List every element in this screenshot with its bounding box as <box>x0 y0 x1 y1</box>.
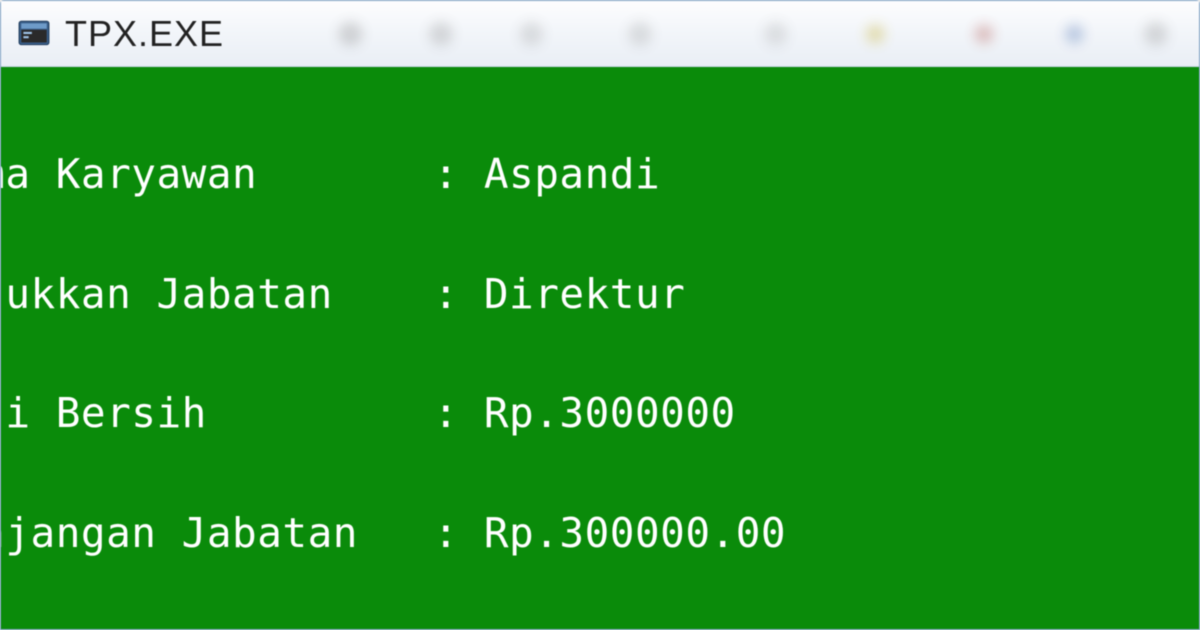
output-line: ama Karyawan : Aspandi <box>1 145 1199 205</box>
toolbar-blur <box>278 14 1183 54</box>
app-icon <box>17 17 51 51</box>
console-area[interactable]: ama Karyawan : Aspandi asukkan Jabatan :… <box>1 67 1199 629</box>
app-window: TPX.EXE ama Karyawan : Aspandi asukkan J… <box>0 0 1200 630</box>
field-label: unjangan Jabatan : Rp.300000.00 <box>1 509 786 557</box>
field-label: ama Karyawan : Aspandi <box>1 150 660 198</box>
window-title: TPX.EXE <box>65 13 224 55</box>
console-output: ama Karyawan : Aspandi asukkan Jabatan :… <box>1 85 1199 629</box>
output-line: PN 20 % : Rp.600000.00 <box>1 624 1199 629</box>
field-label: asukkan Jabatan : Direktur <box>1 270 685 318</box>
output-line: unjangan Jabatan : Rp.300000.00 <box>1 504 1199 564</box>
output-line: aji Bersih : Rp.3000000 <box>1 384 1199 444</box>
field-label: aji Bersih : Rp.3000000 <box>1 389 736 437</box>
output-line: asukkan Jabatan : Direktur <box>1 265 1199 325</box>
titlebar[interactable]: TPX.EXE <box>1 1 1199 67</box>
